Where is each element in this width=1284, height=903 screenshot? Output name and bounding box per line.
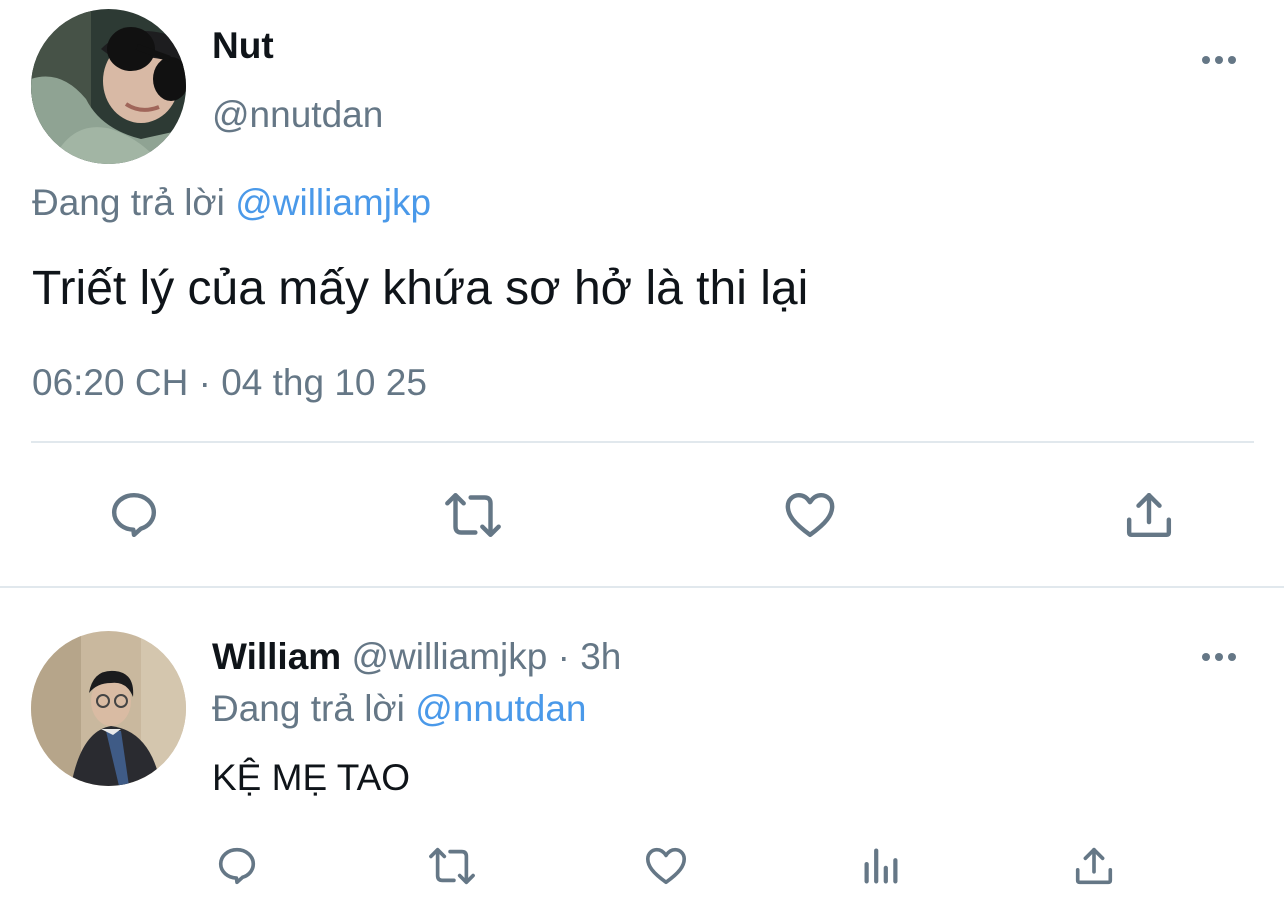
time-ago[interactable]: 3h xyxy=(580,636,621,677)
dot xyxy=(1215,56,1223,64)
dot xyxy=(1202,653,1210,661)
reply-context: Đang trả lời @williamjkp xyxy=(32,183,431,223)
reply-to-link[interactable]: @nnutdan xyxy=(415,688,586,729)
tweet-text: Triết lý của mấy khứa sơ hở là thi lại xyxy=(32,262,809,315)
divider xyxy=(31,441,1254,443)
dot xyxy=(1215,653,1223,661)
analytics-icon[interactable] xyxy=(858,843,904,889)
tweet-timestamp[interactable]: 06:20 CH · 04 thg 10 25 xyxy=(32,363,427,403)
reply-to-link[interactable]: @williamjkp xyxy=(235,182,431,223)
like-icon[interactable] xyxy=(782,487,838,543)
tweet-text: KỆ MẸ TAO xyxy=(212,757,411,798)
share-icon[interactable] xyxy=(1121,487,1177,543)
dot xyxy=(1202,56,1210,64)
retweet-icon[interactable] xyxy=(424,843,480,889)
avatar[interactable] xyxy=(31,631,186,786)
tweet-separator xyxy=(0,586,1284,588)
avatar[interactable] xyxy=(31,9,186,164)
share-icon[interactable] xyxy=(1071,843,1117,889)
reply-context: Đang trả lời @nnutdan xyxy=(212,689,587,729)
like-icon[interactable] xyxy=(643,843,689,889)
reply-prefix: Đang trả lời xyxy=(212,688,405,729)
display-name[interactable]: Nut xyxy=(212,26,274,66)
reply-icon[interactable] xyxy=(214,843,260,889)
user-handle[interactable]: @williamjkp xyxy=(351,636,547,677)
retweet-icon[interactable] xyxy=(440,487,506,543)
more-options-icon[interactable] xyxy=(1202,653,1236,661)
more-options-icon[interactable] xyxy=(1202,56,1236,64)
dot xyxy=(1228,653,1236,661)
dot xyxy=(1228,56,1236,64)
reply-prefix: Đang trả lời xyxy=(32,182,225,223)
display-name[interactable]: William xyxy=(212,636,341,677)
reply-icon[interactable] xyxy=(106,487,162,543)
separator-dot: · xyxy=(557,636,570,677)
reply-header: William @williamjkp · 3h xyxy=(212,637,621,677)
user-handle[interactable]: @nnutdan xyxy=(212,95,383,135)
